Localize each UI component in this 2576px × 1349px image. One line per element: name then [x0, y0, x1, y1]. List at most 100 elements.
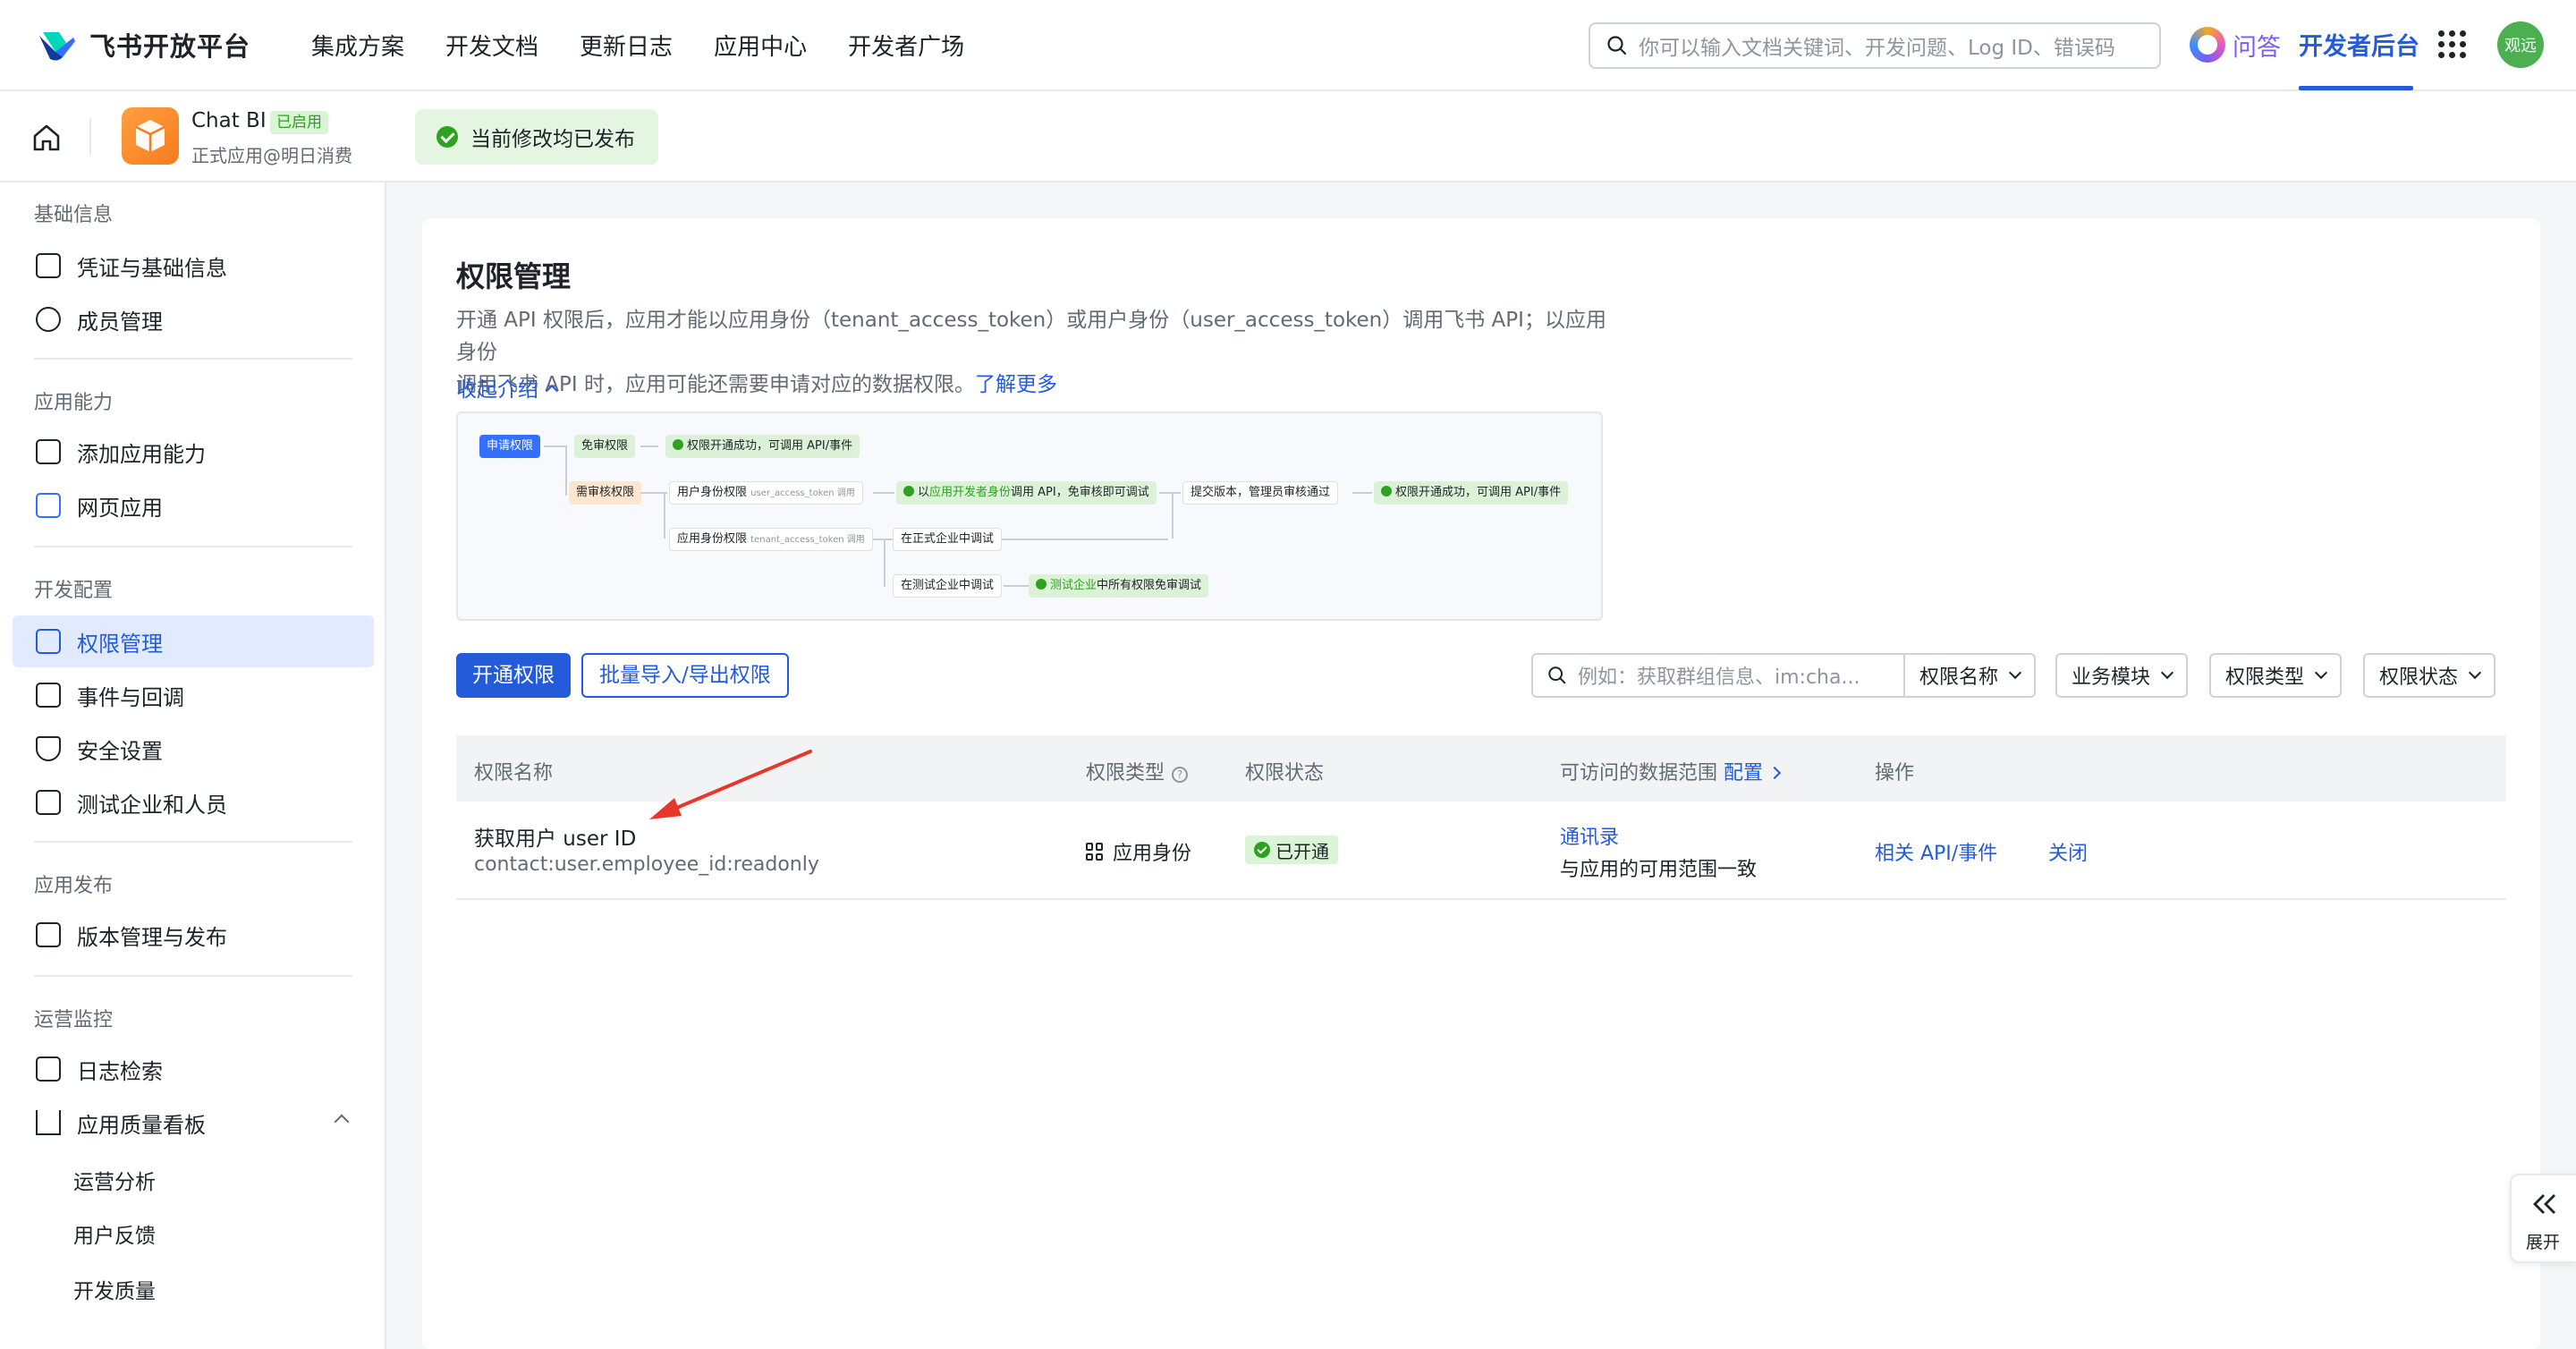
flow-apply: 申请权限 — [479, 435, 541, 458]
perm-key: contact:user.employee_id:readonly — [474, 853, 819, 876]
batch-import-export-button[interactable]: 批量导入/导出权限 — [581, 653, 789, 698]
enable-permission-button[interactable]: 开通权限 — [456, 653, 571, 698]
sidebar-item-label: 日志检索 — [77, 1058, 163, 1084]
col-header-name: 权限名称 — [474, 762, 554, 785]
sidebar-item-permissions[interactable]: 权限管理 — [13, 615, 374, 667]
select-label: 权限名称 — [1919, 666, 1999, 689]
search-icon — [1548, 666, 1566, 684]
flow-text: 调用 API，免审核即可调试 — [1011, 486, 1149, 499]
publish-status-banner: 当前修改均已发布 — [415, 109, 658, 165]
flow-test-debug: 在测试企业中调试 — [893, 574, 1003, 598]
related-api-link[interactable]: 相关 API/事件 — [1875, 837, 1997, 866]
search-placeholder: 你可以输入文档关键词、开发问题、Log ID、错误码 — [1639, 37, 2115, 60]
expand-panel-button[interactable]: 展开 — [2510, 1174, 2576, 1263]
perm-name: 获取用户 user ID — [474, 827, 637, 851]
sidebar-item-events[interactable]: 事件与回调 — [13, 669, 374, 721]
flow-text: 用户身份权限 — [677, 486, 748, 499]
user-avatar[interactable]: 观远 — [2497, 21, 2544, 68]
sidebar-subitem-ops-analysis[interactable]: 运营分析 — [73, 1165, 156, 1195]
nav-link-docs[interactable]: 开发文档 — [445, 29, 538, 62]
sidebar-item-label: 安全设置 — [77, 738, 163, 764]
flow-text: 测试企业 — [1050, 579, 1097, 592]
learn-more-link[interactable]: 了解更多 — [975, 373, 1057, 396]
nav-link-changelog[interactable]: 更新日志 — [580, 29, 673, 62]
grid-add-icon — [36, 439, 61, 464]
chevron-up-icon[interactable] — [334, 1114, 350, 1130]
active-tab-indicator — [2299, 86, 2413, 90]
sidebar-item-members[interactable]: 成员管理 — [13, 293, 374, 345]
filter-perm-name-select[interactable]: 权限名称 — [1903, 653, 2037, 698]
code-icon — [36, 790, 61, 815]
app-header-bar: Chat BI 已启用 正式应用@明日消费 当前修改均已发布 — [0, 91, 2576, 182]
nav-dev-backend[interactable]: 开发者后台 — [2299, 27, 2419, 62]
sidebar-item-label: 凭证与基础信息 — [77, 255, 227, 281]
sidebar-item-versions[interactable]: 版本管理与发布 — [13, 909, 374, 961]
nav-link-app-center[interactable]: 应用中心 — [714, 29, 807, 62]
filter-module-select[interactable]: 业务模块 — [2055, 653, 2189, 698]
chevron-down-icon — [2314, 666, 2328, 680]
divider — [34, 546, 352, 547]
qa-button[interactable]: 问答 — [2190, 27, 2281, 63]
col-header-status: 权限状态 — [1245, 762, 1325, 785]
flow-text: 以 — [918, 486, 930, 499]
check-circle-icon — [436, 126, 458, 148]
select-label: 权限状态 — [2379, 666, 2459, 689]
qa-label: 问答 — [2233, 33, 2281, 62]
sidebar-group-release: 应用发布 — [34, 875, 114, 897]
sidebar-subitem-dev-quality[interactable]: 开发质量 — [73, 1274, 156, 1304]
sidebar-item-web-app[interactable]: 网页应用 — [13, 479, 374, 531]
expand-label: 展开 — [2526, 1233, 2561, 1252]
sidebar-item-log-search[interactable]: 日志检索 — [13, 1043, 374, 1095]
sidebar-item-security[interactable]: 安全设置 — [13, 723, 374, 775]
flow-text: 权限开通成功，可调用 API/事件 — [687, 439, 853, 453]
flow-connector — [884, 539, 886, 587]
sidebar-item-label: 网页应用 — [77, 495, 163, 521]
nav-link-dev-square[interactable]: 开发者广场 — [848, 29, 964, 62]
sidebar-item-quality-board[interactable]: 应用质量看板 — [13, 1097, 374, 1149]
sidebar-item-test-tenants[interactable]: 测试企业和人员 — [13, 776, 374, 828]
filter-type-select[interactable]: 权限类型 — [2209, 653, 2343, 698]
flow-submit: 提交版本，管理员审核通过 — [1182, 481, 1339, 505]
permission-search-input[interactable]: 例如：获取群组信息、im:cha... — [1531, 653, 1905, 698]
user-add-icon — [36, 307, 61, 332]
description-line: 开通 API 权限后，应用才能以应用身份（tenant_access_token… — [456, 309, 1606, 364]
brand-logo[interactable]: 飞书开放平台 — [36, 26, 250, 64]
help-icon[interactable]: ? — [1172, 767, 1189, 783]
sidebar-item-credentials[interactable]: 凭证与基础信息 — [13, 240, 374, 292]
chevron-down-icon — [2468, 666, 2482, 680]
global-search-input[interactable]: 你可以输入文档关键词、开发问题、Log ID、错误码 — [1589, 22, 2161, 69]
home-icon[interactable] — [30, 122, 63, 154]
permission-icon — [36, 629, 61, 654]
sidebar-item-label: 添加应用能力 — [77, 441, 206, 467]
sidebar-item-label: 事件与回调 — [77, 684, 184, 710]
permission-flow-diagram: 申请权限 免审权限 权限开通成功，可调用 API/事件 需审核权限 用户身份权限… — [456, 411, 1603, 621]
search-icon — [1607, 36, 1627, 55]
scope-config-link[interactable]: 配置 — [1724, 762, 1763, 785]
sidebar: 基础信息 凭证与基础信息 成员管理 应用能力 添加应用能力 网页应用 开发配置 … — [0, 182, 386, 1349]
flow-connector — [565, 445, 567, 496]
nav-link-solutions[interactable]: 集成方案 — [311, 29, 404, 62]
bar-chart-icon — [36, 1110, 61, 1135]
filter-status-select[interactable]: 权限状态 — [2363, 653, 2496, 698]
scope-contacts-link[interactable]: 通讯录 — [1560, 821, 1619, 850]
collapse-intro-toggle[interactable]: 收起介绍 — [456, 372, 559, 403]
feishu-logo-icon — [39, 32, 75, 61]
apps-grid-icon[interactable] — [2438, 30, 2467, 59]
flow-prod-debug: 在正式企业中调试 — [893, 528, 1003, 551]
status-badge: 已开通 — [1245, 836, 1338, 864]
close-permission-link[interactable]: 关闭 — [2048, 837, 2088, 866]
scope-description: 与应用的可用范围一致 — [1560, 859, 1758, 881]
divider — [89, 118, 91, 156]
app-name: Chat BI — [191, 109, 267, 132]
flow-text: tenant_access_token 调用 — [750, 535, 865, 545]
sidebar-item-add-capability[interactable]: 添加应用能力 — [13, 426, 374, 478]
flow-connector — [873, 492, 894, 494]
app-status-badge: 已启用 — [270, 111, 328, 134]
upload-icon — [36, 922, 61, 947]
divider — [34, 841, 352, 843]
flow-no-review: 免审权限 — [574, 435, 636, 458]
check-circle-icon — [1254, 842, 1270, 858]
col-header-label: 可访问的数据范围 — [1560, 762, 1718, 785]
flow-connector — [1159, 492, 1181, 494]
sidebar-subitem-feedback[interactable]: 用户反馈 — [73, 1218, 156, 1249]
